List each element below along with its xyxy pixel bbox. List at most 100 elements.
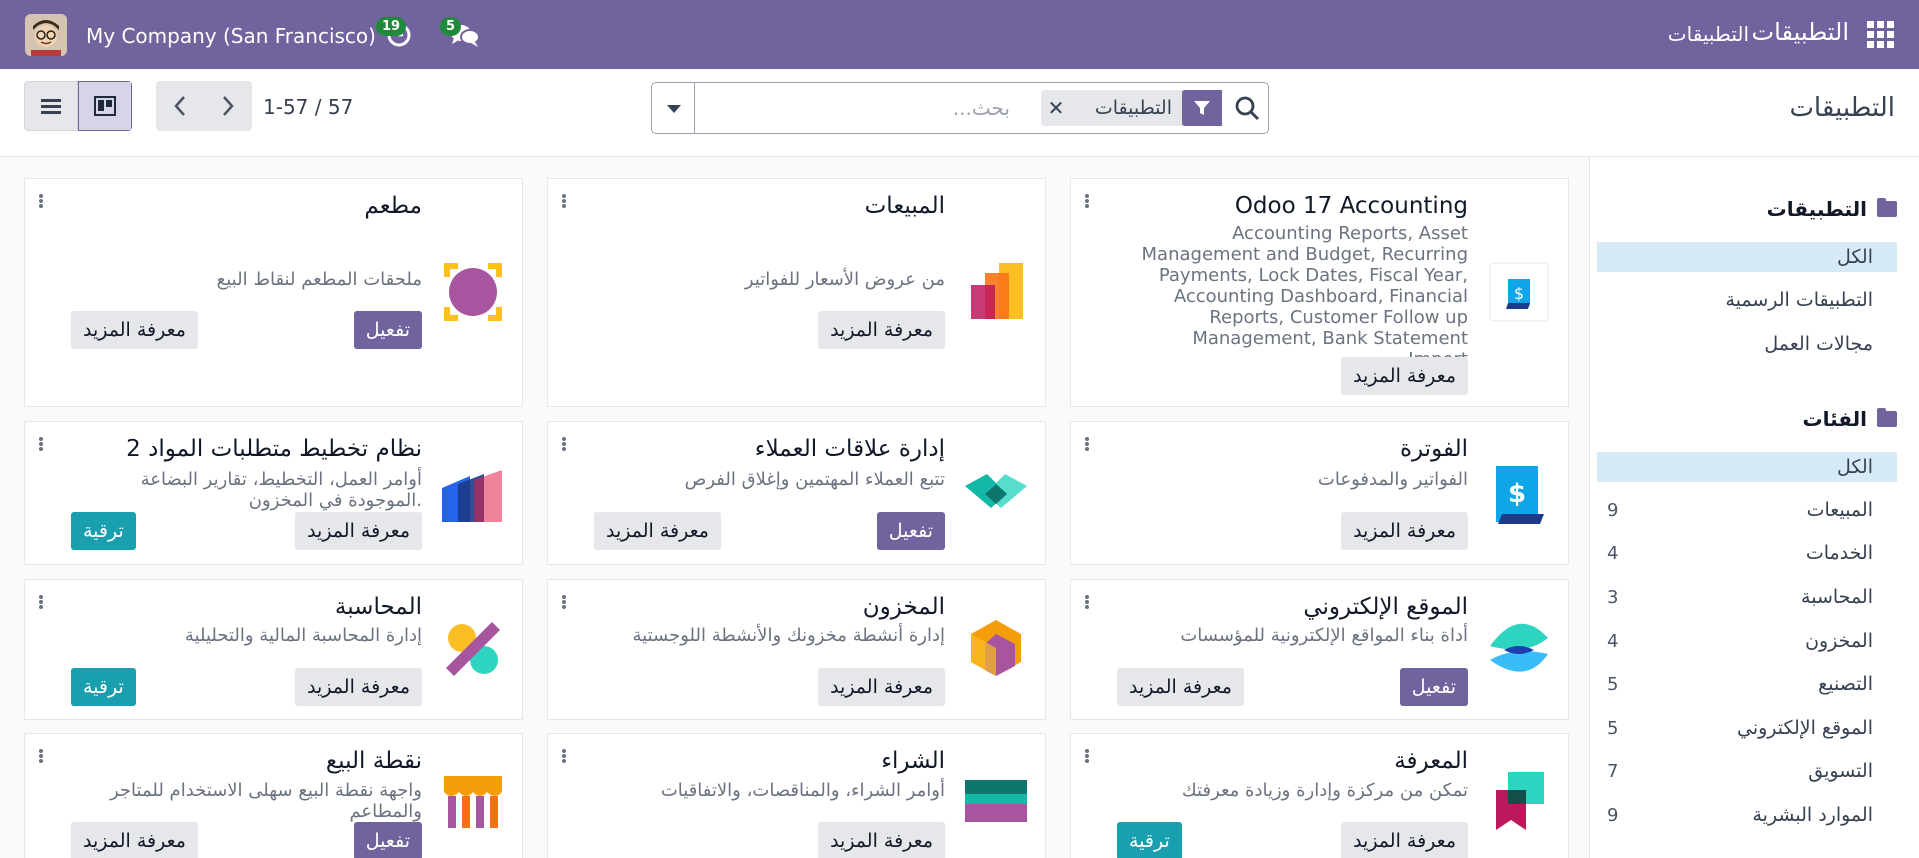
- purchase-icon: [963, 768, 1029, 834]
- filter-apps-official[interactable]: التطبيقات الرسمية: [1597, 285, 1897, 315]
- activity-systray[interactable]: 19: [376, 17, 416, 50]
- app-title: نظام تخطيط متطلبات المواد 2: [126, 436, 422, 462]
- app-card[interactable]: الموقع الإلكتروني أداة بناء المواقع الإلك…: [1070, 579, 1569, 720]
- learn-more-button[interactable]: معرفة المزيد: [295, 512, 422, 550]
- app-summary: تتبع العملاء المهتمين وإغلاق الفرص: [684, 469, 945, 490]
- filter-category-item[interactable]: المحاسبة 3: [1597, 582, 1897, 612]
- category-count: 5: [1607, 673, 1619, 695]
- card-menu-icon[interactable]: [562, 748, 568, 764]
- activate-button[interactable]: تفعيل: [353, 822, 422, 858]
- activate-button[interactable]: تفعيل: [1399, 668, 1468, 706]
- app-card[interactable]: مطعم ملحقات المطعم لنقاط البيع تفعيل معرفة …: [24, 178, 523, 407]
- app-summary: إدارة أنشطة مخزونك والأنشطة اللوجستية: [632, 625, 945, 646]
- card-menu-icon[interactable]: [1085, 436, 1091, 452]
- pager-value[interactable]: 1-57 / 57: [263, 95, 353, 119]
- company-switcher[interactable]: My Company (San Francisco): [86, 24, 376, 48]
- upgrade-button[interactable]: ترقية: [71, 668, 136, 706]
- app-card[interactable]: نظام تخطيط متطلبات المواد 2 أوامر العمل، …: [24, 421, 523, 565]
- card-menu-icon[interactable]: [1085, 594, 1091, 610]
- card-menu-icon[interactable]: [39, 594, 45, 610]
- category-count: 5: [1607, 717, 1619, 739]
- learn-more-button[interactable]: معرفة المزيد: [1117, 668, 1244, 706]
- facet-remove-icon[interactable]: ✕: [1041, 96, 1071, 120]
- nav-menu-apps[interactable]: التطبيقات: [1668, 22, 1749, 46]
- filter-category-item[interactable]: التصنيع 5: [1597, 669, 1897, 699]
- filter-category-item[interactable]: الكل: [1597, 452, 1897, 482]
- nav-brand[interactable]: التطبيقات: [1752, 18, 1849, 46]
- learn-more-button[interactable]: معرفة المزيد: [1341, 822, 1468, 858]
- kanban-view-button[interactable]: [78, 81, 132, 131]
- card-menu-icon[interactable]: [1085, 748, 1091, 764]
- app-title: المحاسبة: [334, 594, 422, 620]
- card-menu-icon[interactable]: [562, 594, 568, 610]
- learn-more-button[interactable]: معرفة المزيد: [818, 822, 945, 858]
- filter-apps-all[interactable]: الكل: [1597, 242, 1897, 272]
- restaurant-icon: [440, 259, 506, 325]
- card-menu-icon[interactable]: [1085, 193, 1091, 209]
- filter-category-item[interactable]: الموارد البشرية 9: [1597, 800, 1897, 830]
- app-grid-icon[interactable]: [1867, 21, 1894, 48]
- filter-category-item[interactable]: التسويق 7: [1597, 756, 1897, 786]
- pos-icon: [440, 768, 506, 834]
- app-card[interactable]: المحاسبة إدارة المحاسبة المالية والتحليلي…: [24, 579, 523, 720]
- card-menu-icon[interactable]: [39, 193, 45, 209]
- app-summary: الفواتير والمدفوعات: [1317, 469, 1468, 490]
- app-card[interactable]: $ Odoo 17 Accounting Accounting Reports, A…: [1070, 178, 1569, 407]
- filter-category-item[interactable]: المخزون 4: [1597, 626, 1897, 656]
- filter-category-item[interactable]: المبيعات 9: [1597, 495, 1897, 525]
- search-facet: التطبيقات ✕: [1041, 90, 1222, 126]
- upgrade-button[interactable]: ترقية: [1117, 822, 1182, 858]
- pager-next-button[interactable]: [204, 81, 252, 131]
- search-box: التطبيقات ✕: [651, 82, 1269, 134]
- search-icon[interactable]: [1234, 95, 1262, 123]
- messages-systray[interactable]: 5: [440, 17, 480, 50]
- folder-icon: [1877, 408, 1897, 427]
- app-card[interactable]: المبيعات من عروض الأسعار للفواتير معرفة ال…: [547, 178, 1046, 407]
- list-view-button[interactable]: [24, 81, 78, 131]
- card-menu-icon[interactable]: [562, 436, 568, 452]
- svg-text:$: $: [1508, 479, 1526, 509]
- user-avatar[interactable]: [25, 14, 67, 56]
- learn-more-button[interactable]: معرفة المزيد: [1341, 357, 1468, 395]
- filter-apps-industries[interactable]: مجالات العمل: [1597, 329, 1897, 359]
- learn-more-button[interactable]: معرفة المزيد: [71, 311, 198, 349]
- filter-category-item[interactable]: الموقع الإلكتروني 5: [1597, 713, 1897, 743]
- top-navbar: My Company (San Francisco) 19 5 التطبيقا…: [0, 0, 1919, 69]
- app-card[interactable]: المخزون إدارة أنشطة مخزونك والأنشطة اللوج…: [547, 579, 1046, 720]
- activate-button[interactable]: تفعيل: [353, 311, 422, 349]
- pager-previous-button[interactable]: [156, 81, 204, 131]
- category-label: الكل: [1837, 456, 1873, 478]
- apps-filter-header: التطبيقات: [1767, 197, 1897, 221]
- category-count: 9: [1607, 499, 1619, 521]
- filter-category-item[interactable]: الخدمات 4: [1597, 538, 1897, 568]
- card-menu-icon[interactable]: [562, 193, 568, 209]
- app-card[interactable]: الشراء أوامر الشراء، والمناقصات، والاتفاق…: [547, 733, 1046, 858]
- app-title: الموقع الإلكتروني: [1303, 594, 1468, 620]
- learn-more-button[interactable]: معرفة المزيد: [71, 822, 198, 858]
- learn-more-button[interactable]: معرفة المزيد: [295, 668, 422, 706]
- learn-more-button[interactable]: معرفة المزيد: [594, 512, 721, 550]
- app-card[interactable]: إدارة علاقات العملاء تتبع العملاء المهتمي…: [547, 421, 1046, 565]
- search-input[interactable]: [696, 83, 1016, 133]
- learn-more-button[interactable]: معرفة المزيد: [818, 311, 945, 349]
- activate-button[interactable]: تفعيل: [876, 512, 945, 550]
- folder-icon: [1877, 198, 1897, 217]
- search-dropdown-toggle[interactable]: [652, 83, 695, 133]
- card-menu-icon[interactable]: [39, 748, 45, 764]
- messages-badge: 5: [440, 17, 462, 36]
- learn-more-button[interactable]: معرفة المزيد: [1341, 512, 1468, 550]
- category-count: 4: [1607, 630, 1619, 652]
- upgrade-button[interactable]: ترقية: [71, 512, 136, 550]
- learn-more-button[interactable]: معرفة المزيد: [818, 668, 945, 706]
- category-label: الخدمات: [1805, 542, 1873, 564]
- kanban-icon: [94, 96, 116, 116]
- app-card[interactable]: $ الفوترة الفواتير والمدفوعات معرفة المزيد: [1070, 421, 1569, 565]
- card-menu-icon[interactable]: [39, 436, 45, 452]
- app-card[interactable]: المعرفة تمكن من مركزة وإدارة وزيادة معرفت…: [1070, 733, 1569, 858]
- category-count: 4: [1607, 542, 1619, 564]
- control-panel: 1-57 / 57 التطبيقات ✕ التطبيقات: [0, 69, 1919, 157]
- chevron-left-icon: [174, 96, 185, 116]
- accounting-dollar-icon: $: [1486, 259, 1552, 325]
- app-card[interactable]: نقطة البيع واجهة نقطة البيع سهلى الاستخدا…: [24, 733, 523, 858]
- knowledge-icon: [1486, 768, 1552, 834]
